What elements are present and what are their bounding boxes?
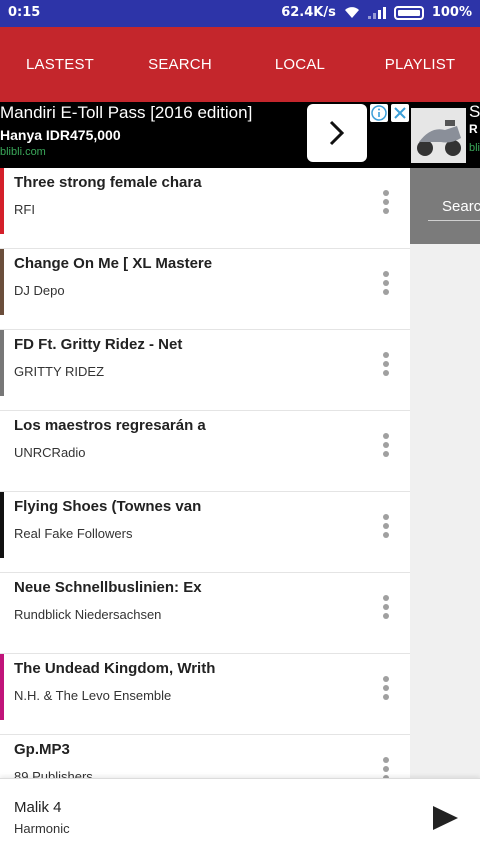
track-row[interactable]: Neue Schnellbuslinien: Ex Rundblick Niede… (0, 573, 410, 654)
play-icon[interactable] (430, 803, 460, 833)
now-playing-artist: Harmonic (14, 821, 70, 836)
track-title: Flying Shoes (Townes van (14, 498, 202, 515)
track-artist: DJ Depo (14, 283, 65, 298)
track-artist: 89 Publishers (14, 769, 93, 778)
track-thumbnail (0, 492, 4, 558)
track-list: Three strong female chara RFI Change On Me… (0, 168, 410, 778)
track-artist: GRITTY RIDEZ (14, 364, 105, 379)
more-options-icon[interactable] (380, 757, 392, 778)
ad-product-image[interactable] (411, 108, 466, 163)
more-options-icon[interactable] (380, 595, 392, 619)
track-row[interactable]: Flying Shoes (Townes van Real Fake Follow… (0, 492, 410, 573)
track-artist: Rundblick Niedersachsen (14, 607, 162, 622)
ad-right-title: S (469, 102, 480, 121)
track-title: FD Ft. Gritty Ridez - Net (14, 336, 183, 353)
track-thumbnail (0, 735, 4, 778)
ad-banner[interactable]: Mandiri E-Toll Pass [2016 edition] Hanya… (0, 102, 480, 168)
mini-player[interactable]: Malik 4 Harmonic (0, 778, 480, 854)
track-thumbnail (0, 411, 4, 477)
track-title: Three strong female chara (14, 174, 202, 191)
side-panel: Searc (410, 168, 480, 778)
side-search-label: Searc (442, 198, 480, 215)
chevron-right-icon (329, 120, 345, 146)
track-title: Change On Me [ XL Mastere (14, 255, 213, 272)
more-options-icon[interactable] (380, 352, 392, 376)
track-artist: UNRCRadio (14, 445, 86, 460)
wifi-icon (344, 6, 360, 19)
track-thumbnail (0, 168, 4, 234)
track-thumbnail (0, 249, 4, 315)
ad-price: Hanya IDR475,000 (0, 127, 121, 143)
tab-search[interactable]: SEARCH (120, 27, 240, 102)
network-speed: 62.4K/s (281, 5, 336, 20)
more-options-icon[interactable] (380, 433, 392, 457)
more-options-icon[interactable] (380, 514, 392, 538)
track-row[interactable]: Los maestros regresarán a UNRCRadio (0, 411, 410, 492)
track-title: Neue Schnellbuslinien: Ex (14, 579, 202, 596)
status-time: 0:15 (8, 5, 41, 20)
battery-percent: 100% (431, 5, 472, 20)
status-bar: 0:15 62.4K/s 100% (0, 0, 480, 27)
battery-icon (393, 5, 424, 20)
ad-open-button[interactable] (307, 104, 367, 162)
tab-bar: LASTEST SEARCH LOCAL PLAYLIST (0, 27, 480, 102)
ad-right-sub: R (469, 122, 478, 136)
ad-right-domain: bli (469, 142, 480, 154)
side-search-underline (428, 220, 480, 221)
track-row[interactable]: FD Ft. Gritty Ridez - Net GRITTY RIDEZ (0, 330, 410, 411)
more-options-icon[interactable] (380, 271, 392, 295)
tab-local[interactable]: LOCAL (240, 27, 360, 102)
track-row[interactable]: Change On Me [ XL Mastere DJ Depo (0, 249, 410, 330)
track-artist: RFI (14, 202, 35, 217)
track-thumbnail (0, 330, 4, 396)
track-artist: N.H. & The Levo Ensemble (14, 688, 172, 703)
ad-domain: blibli.com (0, 146, 46, 158)
status-right: 62.4K/s 100% (281, 5, 472, 20)
track-title: Gp.MP3 (14, 741, 70, 758)
side-search-header[interactable]: Searc (410, 168, 480, 244)
more-options-icon[interactable] (380, 676, 392, 700)
more-options-icon[interactable] (380, 190, 392, 214)
track-row[interactable]: Gp.MP3 89 Publishers (0, 735, 410, 778)
ad-close-icon[interactable] (391, 104, 409, 122)
tab-lastest[interactable]: LASTEST (0, 27, 120, 102)
tab-playlist[interactable]: PLAYLIST (360, 27, 480, 102)
track-thumbnail (0, 573, 4, 639)
signal-icon (367, 6, 386, 19)
ad-title[interactable]: Mandiri E-Toll Pass [2016 edition] (0, 103, 252, 123)
track-row[interactable]: The Undead Kingdom, Writh N.H. & The Levo… (0, 654, 410, 735)
track-artist: Real Fake Followers (14, 526, 133, 541)
ad-info-icon[interactable] (370, 104, 388, 122)
track-row[interactable]: Three strong female chara RFI (0, 168, 410, 249)
track-title: Los maestros regresarán a (14, 417, 206, 434)
now-playing-title: Malik 4 (14, 799, 62, 816)
track-thumbnail (0, 654, 4, 720)
track-title: The Undead Kingdom, Writh (14, 660, 216, 677)
